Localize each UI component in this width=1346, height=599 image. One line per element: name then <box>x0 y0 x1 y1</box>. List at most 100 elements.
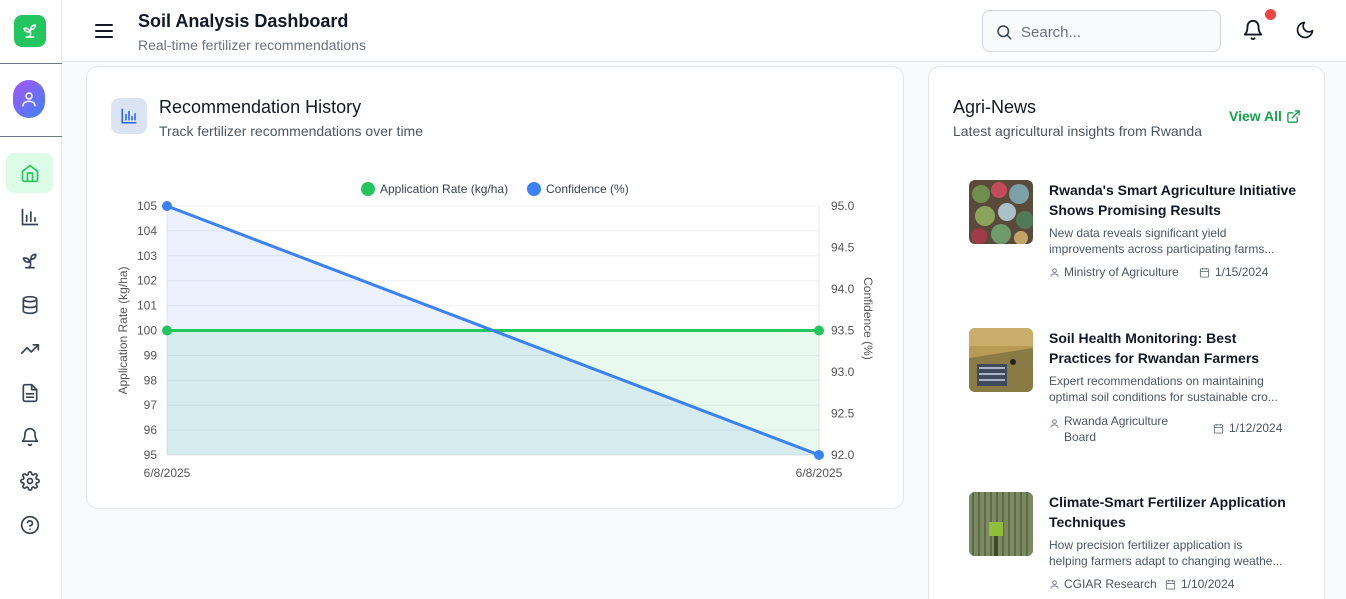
news-date: 1/15/2024 <box>1199 265 1268 279</box>
news-source: CGIAR Research <box>1049 577 1157 591</box>
sidebar-item-home[interactable] <box>6 153 53 193</box>
news-item-description: How precision fertilizer application is … <box>1049 538 1283 568</box>
legend-swatch-application-rate <box>361 182 375 196</box>
x-tick-label: 6/8/2025 <box>144 466 191 480</box>
view-all-link[interactable]: View All <box>1229 108 1301 124</box>
y-tick-label: 100 <box>137 324 157 338</box>
news-item[interactable]: Rwanda's Smart Agriculture Initiative Sh… <box>969 180 1299 290</box>
news-item-description: New data reveals significant yield impro… <box>1049 226 1275 256</box>
y-tick-label: 104 <box>137 224 157 238</box>
file-text-icon <box>22 383 38 403</box>
y-tick-label: 99 <box>144 348 158 362</box>
recommendation-history-card: Recommendation History Track fertilizer … <box>86 66 904 509</box>
news-title: Agri-News <box>953 97 1037 117</box>
confidence-point <box>814 450 824 460</box>
trending-up-icon <box>20 344 39 354</box>
sidebar <box>0 0 62 599</box>
home-icon <box>21 164 38 183</box>
app-logo[interactable] <box>14 15 46 47</box>
news-source: Ministry of Agriculture <box>1049 265 1179 279</box>
news-thumbnail <box>969 180 1033 244</box>
y-right-tick-label: 94.0 <box>831 282 855 296</box>
news-date: 1/10/2024 <box>1165 577 1234 591</box>
y-tick-label: 103 <box>137 249 157 263</box>
hamburger-menu-icon <box>95 24 113 38</box>
card-subtitle: Track fertilizer recommendations over ti… <box>159 123 424 139</box>
news-thumbnail <box>969 328 1033 392</box>
y-right-tick-label: 95.0 <box>831 199 855 213</box>
news-item-title[interactable]: Rwanda's Smart Agriculture Initiative Sh… <box>1049 180 1299 220</box>
news-source: Rwanda Agriculture Board <box>1049 413 1168 445</box>
database-icon <box>22 295 37 315</box>
sidebar-item-analytics[interactable] <box>6 197 53 237</box>
moon-icon <box>1296 21 1314 39</box>
news-item-meta: CGIAR Research 1/10/2024 <box>1049 577 1234 591</box>
y-right-tick-label: 92.5 <box>831 407 855 421</box>
y-tick-label: 97 <box>144 398 158 412</box>
search-box <box>982 10 1221 52</box>
sidebar-divider <box>0 63 62 64</box>
x-tick-label: 6/8/2025 <box>796 466 843 480</box>
y-tick-label: 102 <box>137 274 157 288</box>
news-thumbnail <box>969 492 1033 556</box>
legend-label-application-rate: Application Rate (kg/ha) <box>380 182 508 196</box>
user-icon <box>1050 268 1059 277</box>
news-item-meta: Ministry of Agriculture 1/15/2024 <box>1049 265 1268 279</box>
notifications-button[interactable] <box>1242 19 1266 43</box>
notification-badge <box>1265 9 1276 20</box>
sidebar-item-crops[interactable] <box>6 241 53 281</box>
legend-swatch-confidence <box>527 182 541 196</box>
sidebar-item-reports[interactable] <box>6 373 53 413</box>
card-icon-box <box>111 98 147 134</box>
sidebar-item-settings[interactable] <box>6 461 53 501</box>
legend-label-confidence: Confidence (%) <box>546 182 629 196</box>
bell-icon <box>21 427 38 447</box>
user-icon <box>1050 419 1059 428</box>
news-item[interactable]: Climate-Smart Fertilizer Application Tec… <box>969 492 1299 599</box>
page-title: Soil Analysis Dashboard <box>138 11 349 31</box>
y-tick-label: 101 <box>137 299 157 313</box>
news-item-title[interactable]: Soil Health Monitoring: Best Practices f… <box>1049 328 1299 368</box>
sidebar-divider <box>0 136 62 137</box>
news-item-description: Expert recommendations on maintaining op… <box>1049 374 1278 404</box>
application-rate-point <box>814 325 824 336</box>
top-header: Soil Analysis Dashboard Real-time fertil… <box>62 0 1346 62</box>
y-right-tick-label: 93.5 <box>831 324 855 338</box>
y-tick-label: 105 <box>137 199 157 213</box>
help-icon <box>20 515 39 535</box>
calendar-icon <box>1213 423 1224 434</box>
theme-toggle-button[interactable] <box>1295 20 1317 42</box>
sidebar-item-data[interactable] <box>6 285 53 325</box>
user-icon <box>1050 580 1059 589</box>
confidence-point <box>162 201 172 211</box>
news-item-title[interactable]: Climate-Smart Fertilizer Application Tec… <box>1049 492 1299 532</box>
y-tick-label: 96 <box>144 423 158 437</box>
recommendation-chart: 95 96 97 98 99 100 101 102 103 104 105 92.0 92.5 93.0… <box>116 182 875 480</box>
search-icon <box>997 25 1012 40</box>
bell-icon <box>1243 20 1263 41</box>
y-tick-label: 98 <box>144 373 158 387</box>
menu-button[interactable] <box>92 20 116 42</box>
agri-news-card: Agri-News Latest agricultural insights f… <box>928 66 1325 599</box>
sidebar-item-alerts[interactable] <box>6 417 53 457</box>
user-icon <box>22 92 36 107</box>
settings-icon <box>19 471 40 491</box>
news-item[interactable]: Soil Health Monitoring: Best Practices f… <box>969 328 1299 448</box>
user-avatar[interactable] <box>13 80 45 118</box>
y-right-axis-label: Confidence (%) <box>861 277 875 360</box>
external-link-icon <box>1287 109 1300 123</box>
application-rate-point <box>162 325 172 336</box>
sprout-icon <box>22 253 37 269</box>
search-input[interactable] <box>1021 20 1211 44</box>
y-axis-label: Application Rate (kg/ha) <box>116 266 130 394</box>
bar-chart-icon <box>121 108 137 124</box>
page-subtitle: Real-time fertilizer recommendations <box>138 37 366 53</box>
calendar-icon <box>1165 579 1176 590</box>
news-date: 1/12/2024 <box>1213 421 1282 435</box>
sidebar-item-help[interactable] <box>6 505 53 545</box>
y-right-tick-label: 92.0 <box>831 448 855 462</box>
view-all-label: View All <box>1229 108 1282 124</box>
sidebar-item-trends[interactable] <box>6 329 53 369</box>
y-right-tick-label: 94.5 <box>831 241 855 255</box>
news-subtitle: Latest agricultural insights from Rwanda <box>953 123 1203 139</box>
